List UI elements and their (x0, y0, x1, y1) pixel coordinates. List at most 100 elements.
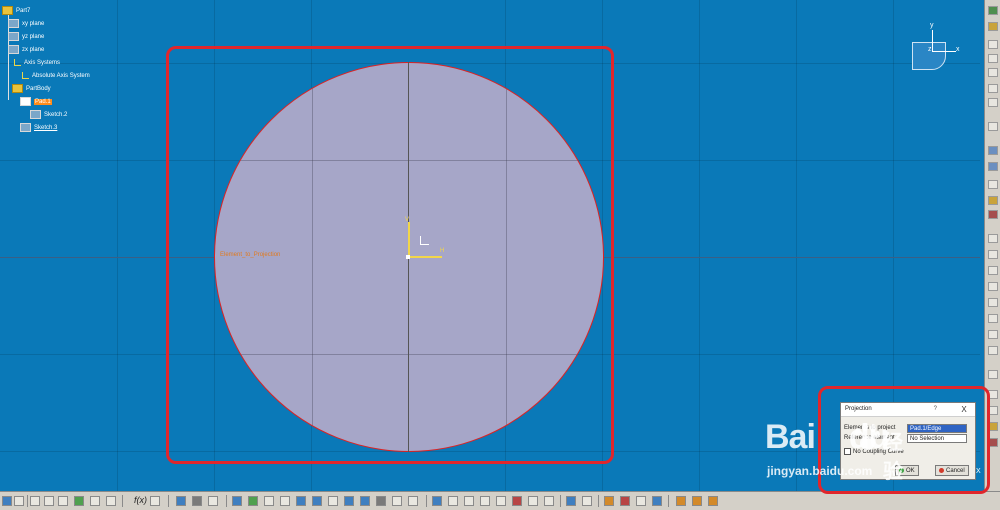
separator (168, 495, 169, 507)
pencil-icon[interactable] (988, 180, 998, 189)
separator (426, 495, 427, 507)
baidu-watermark: Baidu 经验 jingyan.baidu.com (765, 418, 903, 483)
compass[interactable]: y x z (906, 22, 966, 77)
grid-line (699, 0, 700, 491)
tool-icon[interactable] (676, 496, 686, 506)
tool-icon[interactable] (988, 162, 998, 171)
formula-button[interactable]: f(x) (134, 495, 147, 505)
circle-icon[interactable] (988, 266, 998, 275)
corner-icon[interactable] (988, 370, 998, 379)
plane-icon (8, 19, 19, 28)
print-icon[interactable] (14, 496, 24, 506)
pan-icon[interactable] (264, 496, 274, 506)
tree-item-part[interactable]: Part7 (2, 6, 30, 16)
compass-y-axis (932, 30, 933, 52)
tool-icon[interactable] (988, 196, 998, 205)
line-icon[interactable] (988, 314, 998, 323)
tool-icon[interactable] (988, 40, 998, 49)
shading-icon[interactable] (360, 496, 370, 506)
tool-icon[interactable] (988, 210, 998, 219)
separator (668, 495, 669, 507)
point-icon[interactable] (988, 346, 998, 355)
construction-icon[interactable] (208, 496, 218, 506)
tree-item-xy-plane[interactable]: xy plane (8, 19, 44, 29)
compass-x-label: x (956, 46, 960, 53)
separator (226, 495, 227, 507)
swap-space-icon[interactable] (392, 496, 402, 506)
grid-toggle-icon[interactable] (604, 496, 614, 506)
geometry-icon[interactable] (480, 496, 490, 506)
tool-icon[interactable] (582, 496, 592, 506)
tool-icon[interactable] (636, 496, 646, 506)
separator (560, 495, 561, 507)
axis-system-icon (12, 58, 21, 66)
tree-item-sketch2[interactable]: Sketch.2 (30, 110, 67, 120)
tool-icon[interactable] (708, 496, 718, 506)
copy-icon[interactable] (44, 496, 54, 506)
highlight-frame-sketch (166, 46, 614, 464)
constraint-icon[interactable] (432, 496, 442, 506)
sketch-icon (20, 123, 31, 132)
save-icon[interactable] (2, 496, 12, 506)
tool-icon[interactable] (988, 68, 998, 77)
tool-icon[interactable] (988, 98, 998, 107)
tree-item-zx-plane[interactable]: zx plane (8, 45, 44, 55)
tool-icon[interactable] (692, 496, 702, 506)
geometry-icon[interactable] (496, 496, 506, 506)
compass-z-label: z (928, 46, 932, 53)
part-icon (2, 6, 13, 15)
spline-icon[interactable] (988, 282, 998, 291)
comment-icon[interactable] (150, 496, 160, 506)
zoom-out-icon[interactable] (312, 496, 322, 506)
compass-x-axis (932, 51, 956, 52)
geometry-icon[interactable] (544, 496, 554, 506)
rotate-icon[interactable] (280, 496, 290, 506)
side-close-icon[interactable]: X (976, 468, 981, 475)
grid-icon[interactable] (176, 496, 186, 506)
body-icon (12, 84, 23, 93)
separator (122, 495, 123, 507)
exit-workbench-icon[interactable] (988, 6, 998, 15)
ellipse-icon[interactable] (988, 298, 998, 307)
visualization-icon[interactable] (448, 496, 458, 506)
watermark-cn: 经验 (883, 432, 903, 483)
view-icon[interactable] (408, 496, 418, 506)
undo-icon[interactable] (74, 496, 84, 506)
paste-icon[interactable] (58, 496, 68, 506)
iso-view-icon[interactable] (344, 496, 354, 506)
fit-all-icon[interactable] (248, 496, 258, 506)
profile-icon[interactable] (988, 234, 998, 243)
hide-show-icon[interactable] (376, 496, 386, 506)
cut-icon[interactable] (30, 496, 40, 506)
tool-icon[interactable] (620, 496, 630, 506)
snap-icon[interactable] (192, 496, 202, 506)
tree-item-yz-plane[interactable]: yz plane (8, 32, 44, 42)
geometry-icon[interactable] (528, 496, 538, 506)
tree-item-axis-systems[interactable]: Axis Systems (12, 58, 60, 68)
sketch-icon[interactable] (988, 22, 998, 31)
separator (27, 495, 28, 507)
tree-item-sketch3[interactable]: Sketch.3 (20, 123, 57, 133)
tool-icon[interactable] (652, 496, 662, 506)
separator (598, 495, 599, 507)
geometry-icon[interactable] (512, 496, 522, 506)
sketch-analysis-icon[interactable] (566, 496, 576, 506)
tree-item-absolute-axis[interactable]: Absolute Axis System (20, 71, 90, 81)
plane-icon (8, 32, 19, 41)
grid-line (117, 0, 118, 491)
tree-item-partbody[interactable]: PartBody (12, 84, 51, 94)
normal-view-icon[interactable] (328, 496, 338, 506)
axis-icon[interactable] (988, 330, 998, 339)
redo-icon[interactable] (90, 496, 100, 506)
geometry-icon[interactable] (464, 496, 474, 506)
tool-icon[interactable] (988, 146, 998, 155)
fly-mode-icon[interactable] (232, 496, 242, 506)
rectangle-icon[interactable] (988, 250, 998, 259)
help-icon[interactable] (106, 496, 116, 506)
zoom-in-icon[interactable] (296, 496, 306, 506)
tool-icon[interactable] (988, 54, 998, 63)
tree-item-pad[interactable]: Pad.1 (20, 97, 52, 107)
select-arrow-icon[interactable] (988, 122, 998, 131)
tool-icon[interactable] (988, 84, 998, 93)
pad-icon (20, 97, 31, 106)
